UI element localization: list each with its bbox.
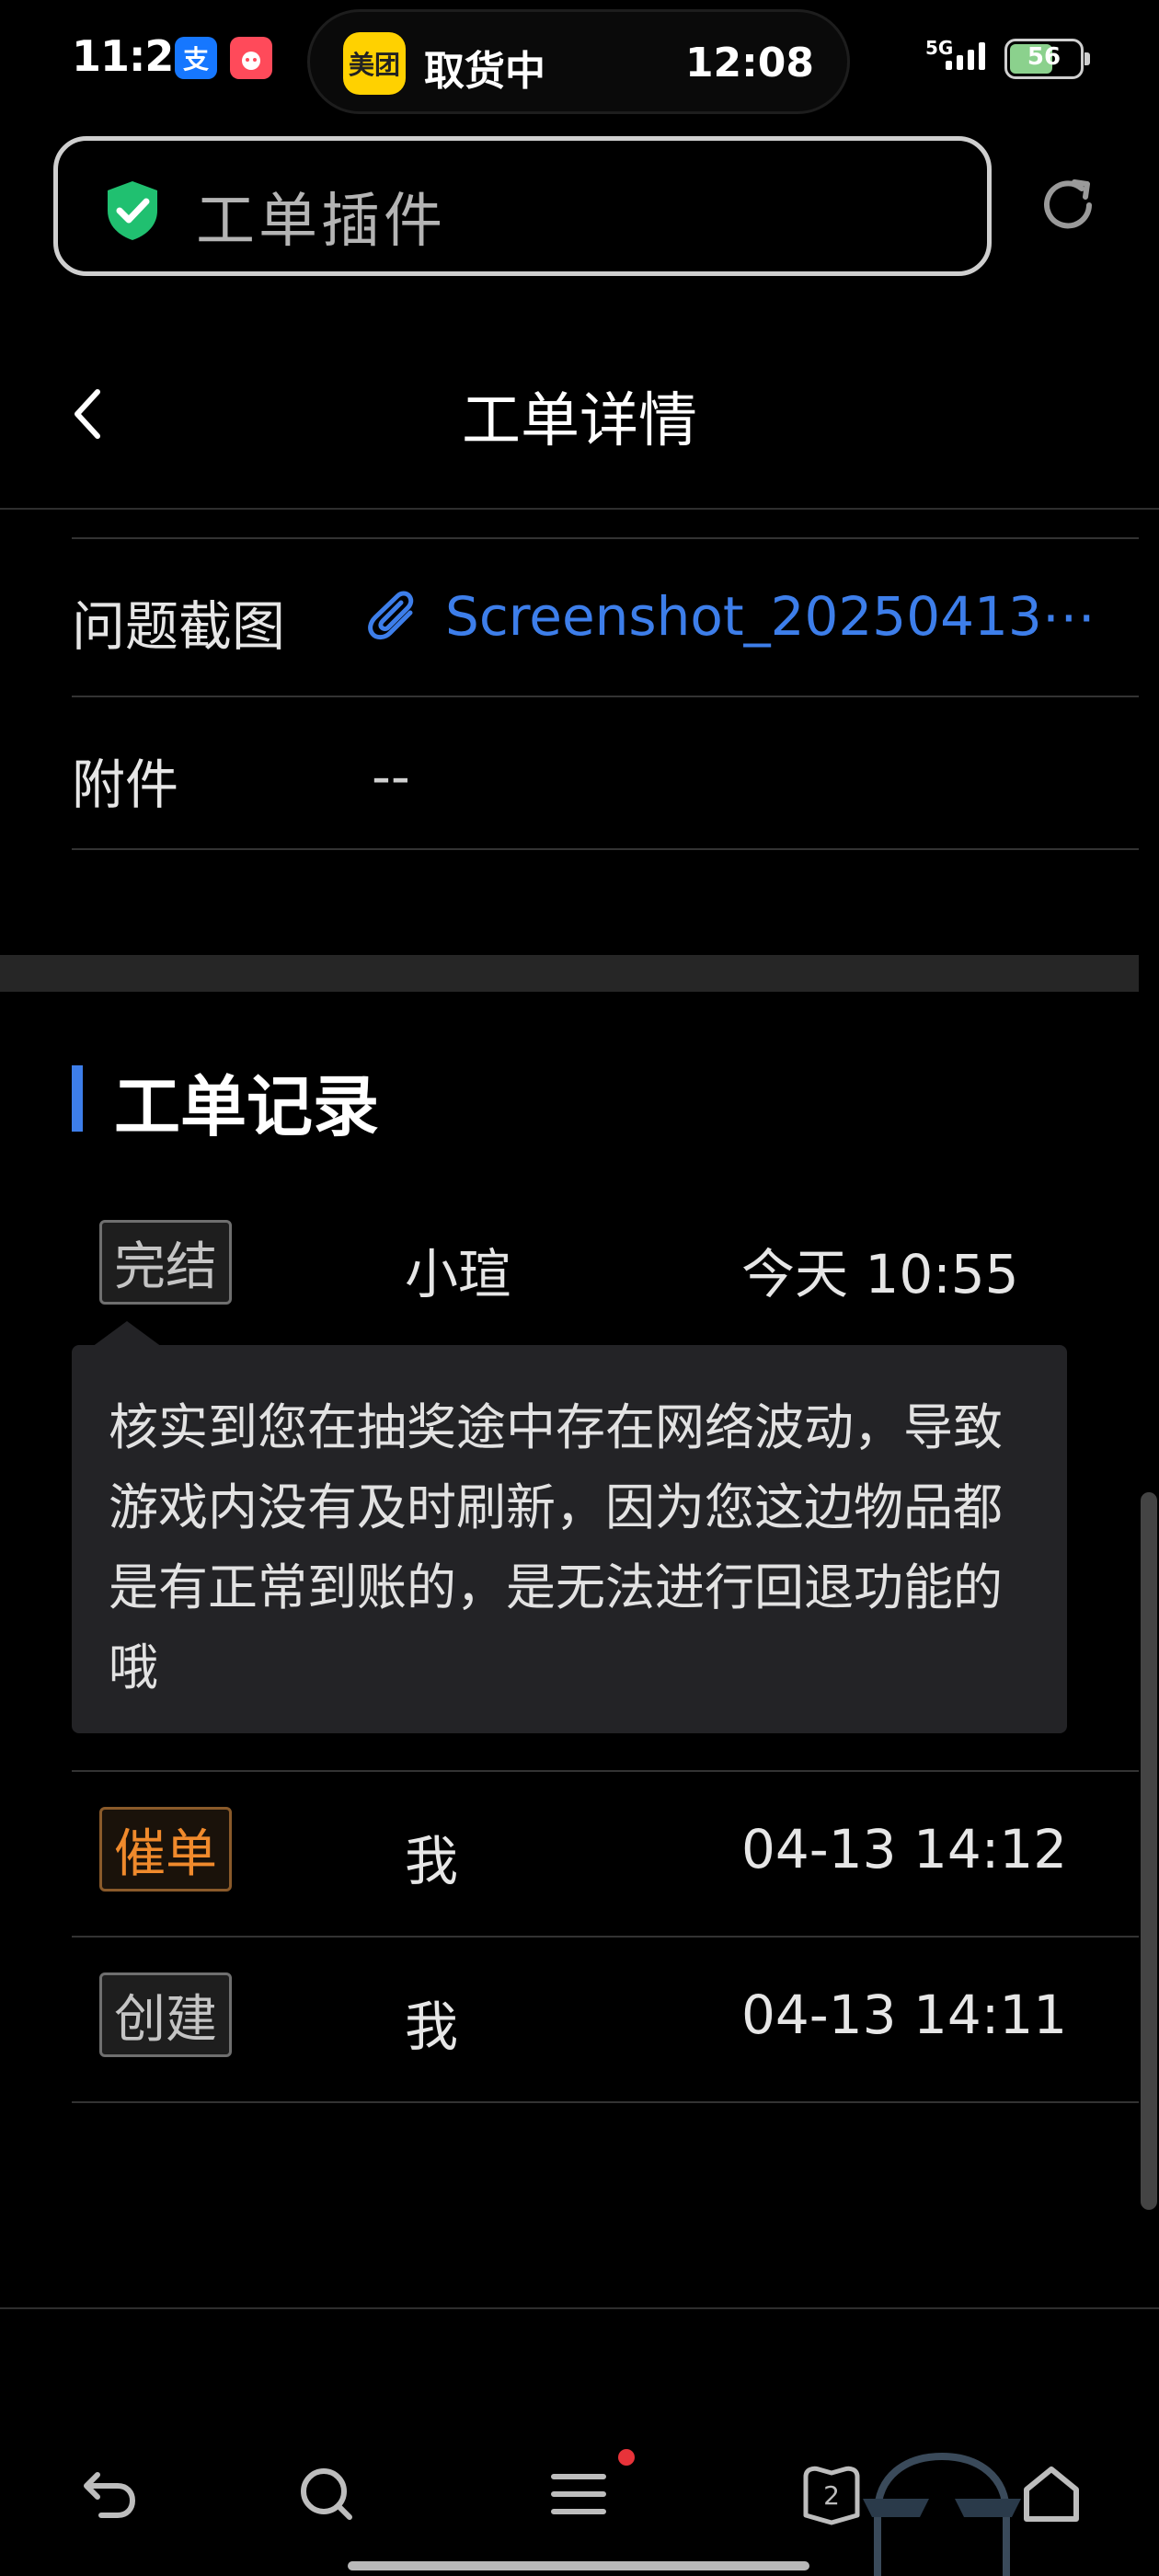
status-badge-urge: 催单 [99,1807,232,1892]
scrollbar[interactable] [1141,1492,1157,2210]
reload-icon[interactable] [1036,173,1100,237]
record-user: 我 [405,1830,459,1892]
row-divider [72,537,1139,539]
footer-divider [0,2307,1159,2309]
alipay-icon: 支 [175,37,217,79]
signal-icon [946,42,985,70]
record-user: 小瑄 [405,1243,512,1305]
row-divider [72,696,1139,697]
island-status-text: 取货中 [424,48,545,95]
section-title: 工单记录 [114,1068,380,1145]
header-divider [0,508,1159,510]
row-divider [72,1936,1139,1938]
page-title: 工单详情 [462,387,697,455]
record-message: 核实到您在抽奖途中存在网络波动，导致游戏内没有及时刷新，因为您这边物品都是有正常… [72,1345,1067,1733]
meituan-icon: 美团 [343,32,406,95]
back-arrow-icon[interactable] [79,2464,140,2524]
search-icon[interactable] [296,2464,357,2524]
record-time: 04-13 14:12 [741,1818,1068,1880]
avatar-decoration [863,2452,1021,2576]
status-badge-created: 创建 [99,1972,232,2057]
menu-icon[interactable] [548,2464,609,2524]
row-divider [72,848,1139,850]
home-indicator[interactable] [348,2561,809,2570]
attachment-label: 附件 [72,753,179,816]
paperclip-icon [368,591,414,640]
home-icon[interactable] [1021,2464,1082,2524]
record-time: 今天 10:55 [741,1243,1019,1305]
row-divider [72,2101,1139,2103]
battery-icon: 56 [1004,39,1090,79]
record-time: 04-13 14:11 [741,1984,1068,2046]
island-time: 12:08 [684,40,814,86]
attachment-value: -- [372,745,410,808]
row-divider [72,1770,1139,1772]
url-title: 工单插件 [196,188,446,256]
tab-count: 2 [823,2480,840,2511]
bubble-arrow [92,1321,162,1347]
screenshot-filename: Screenshot_20250413⋯ [445,585,1096,648]
notification-dot [618,2449,635,2466]
screenshot-label: 问题截图 [72,595,286,658]
shield-check-icon [108,181,157,240]
section-gap [0,955,1139,992]
battery-level: 56 [1027,43,1061,71]
screenshot-link[interactable]: Screenshot_20250413⋯ [368,585,1096,648]
taobao-icon [230,37,272,79]
section-accent-bar [72,1065,83,1132]
address-bar[interactable]: 工单插件 [53,136,992,276]
status-badge-completed: 完结 [99,1220,232,1305]
record-user: 我 [405,1995,459,2058]
dynamic-island[interactable]: 美团 取货中 12:08 [307,9,850,114]
tabs-icon[interactable]: 2 [800,2464,863,2526]
